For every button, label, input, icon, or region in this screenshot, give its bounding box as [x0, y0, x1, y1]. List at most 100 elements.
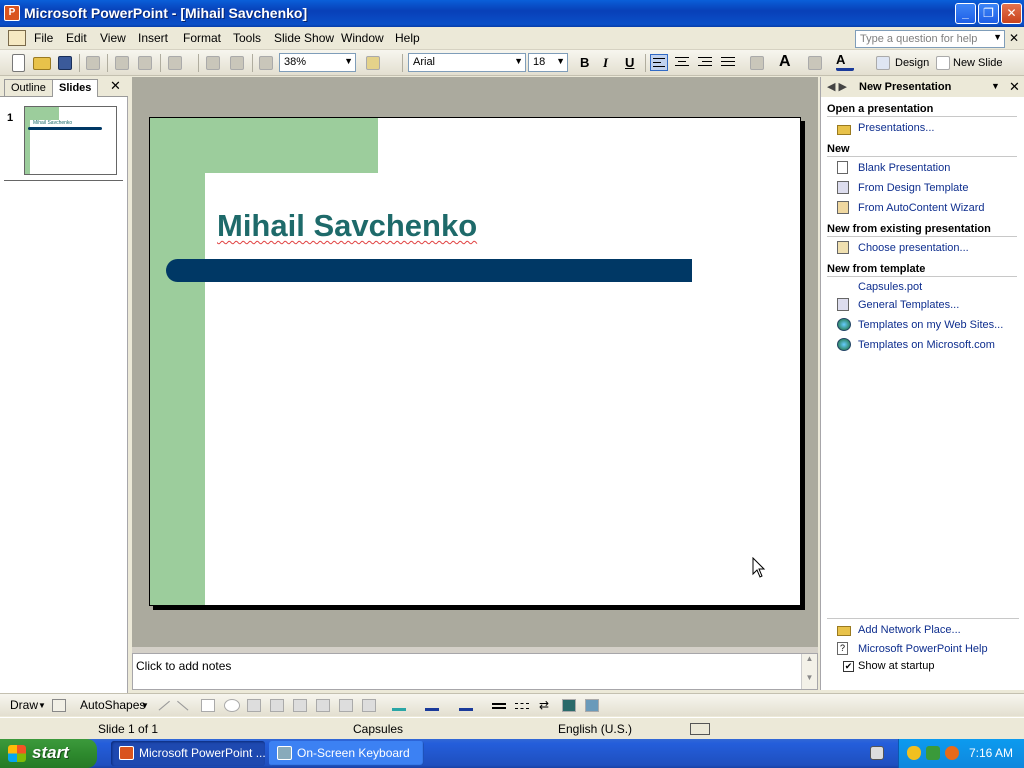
link-from-autocontent-wizard[interactable]: From AutoContent Wizard — [858, 202, 985, 214]
slide-thumbnail[interactable]: Mihail Savchenko — [24, 106, 117, 175]
menu-help[interactable]: Help — [395, 31, 420, 45]
minimize-button[interactable]: _ — [955, 3, 976, 24]
menu-edit[interactable]: Edit — [66, 31, 87, 45]
document-icon[interactable] — [8, 30, 26, 46]
draw-menu-button[interactable]: Draw — [10, 698, 38, 712]
slide-canvas[interactable]: Mihail Savchenko — [149, 117, 801, 606]
copy-icon[interactable] — [115, 56, 129, 70]
shadow-icon[interactable] — [562, 699, 576, 712]
chevron-down-icon[interactable]: ▼ — [38, 701, 46, 710]
menu-tools[interactable]: Tools — [233, 31, 261, 45]
font-color-icon[interactable]: A — [836, 52, 854, 71]
grid-icon[interactable] — [259, 56, 273, 70]
document-close-button[interactable]: ✕ — [1009, 31, 1019, 45]
italic-button[interactable]: I — [603, 55, 608, 71]
close-button[interactable]: ✕ — [1001, 3, 1022, 24]
security-shield-icon[interactable] — [907, 746, 921, 760]
show-at-startup-checkbox[interactable]: ✔ — [843, 661, 854, 672]
back-forward-icon[interactable]: ◀ ▶ — [827, 80, 847, 93]
tab-outline[interactable]: Outline — [4, 79, 53, 97]
arrow-style-icon[interactable]: ⇄ — [539, 699, 553, 712]
chart-icon[interactable] — [206, 56, 220, 70]
chevron-down-icon[interactable]: ▼ — [993, 32, 1002, 42]
select-pointer-icon[interactable] — [52, 699, 66, 712]
justify-button[interactable] — [719, 54, 737, 71]
start-button[interactable]: start — [0, 739, 97, 768]
line-icon[interactable] — [154, 695, 170, 711]
spelling-status-icon[interactable] — [690, 723, 710, 735]
link-templates-web-sites[interactable]: Templates on my Web Sites... — [858, 319, 1003, 331]
link-add-network-place[interactable]: Add Network Place... — [858, 624, 961, 636]
menu-format[interactable]: Format — [183, 31, 221, 45]
design-button[interactable]: Design — [895, 57, 929, 69]
arrow-icon[interactable] — [177, 695, 193, 711]
menu-file[interactable]: File — [34, 31, 53, 45]
rectangle-icon[interactable] — [201, 699, 215, 712]
fill-color-icon[interactable] — [392, 698, 406, 711]
paste-icon[interactable] — [138, 56, 152, 70]
menu-slide-show[interactable]: Slide Show — [274, 31, 334, 45]
underline-button[interactable]: U — [625, 55, 634, 70]
link-general-templates[interactable]: General Templates... — [858, 299, 959, 311]
open-folder-icon[interactable] — [33, 57, 51, 70]
powerpoint-app-icon[interactable]: P — [4, 5, 20, 21]
table-icon[interactable] — [230, 56, 244, 70]
chevron-down-icon[interactable]: ▼ — [991, 81, 1000, 91]
ask-question-input[interactable]: Type a question for help ▼ — [855, 30, 1005, 48]
help-assistant-icon[interactable] — [366, 56, 380, 70]
undo-icon[interactable] — [168, 56, 182, 70]
task-pane-close-button[interactable]: ✕ — [1009, 79, 1020, 95]
textbox-icon[interactable] — [247, 699, 261, 712]
taskbar-keyboard-button[interactable]: On-Screen Keyboard — [269, 741, 424, 766]
keyboard-tray-icon[interactable] — [870, 746, 884, 760]
link-powerpoint-help[interactable]: Microsoft PowerPoint Help — [858, 643, 988, 655]
title-bar[interactable]: P Microsoft PowerPoint - [Mihail Savchen… — [0, 0, 1024, 27]
line-style-icon[interactable] — [492, 703, 506, 709]
network-icon[interactable] — [926, 746, 940, 760]
font-select[interactable]: Arial ▼ — [408, 53, 526, 72]
new-slide-button[interactable]: New Slide — [953, 57, 1003, 69]
bold-button[interactable]: B — [580, 55, 589, 70]
autoshapes-menu-button[interactable]: AutoShapes — [80, 698, 145, 712]
3d-icon[interactable] — [585, 699, 599, 712]
menu-insert[interactable]: Insert — [138, 31, 168, 45]
dash-style-icon[interactable] — [515, 703, 529, 709]
bullets-icon[interactable] — [750, 56, 764, 70]
new-document-icon[interactable] — [12, 54, 25, 72]
system-clock[interactable]: 7:16 AM — [969, 746, 1013, 760]
decrease-indent-icon[interactable] — [808, 56, 822, 70]
diagram-icon[interactable] — [293, 699, 307, 712]
chevron-down-icon[interactable]: ▼ — [556, 56, 565, 66]
link-choose-presentation[interactable]: Choose presentation... — [858, 242, 969, 254]
notes-pane[interactable]: Click to add notes ▲ ▼ — [132, 653, 818, 690]
menu-view[interactable]: View — [100, 31, 126, 45]
chevron-down-icon[interactable]: ▼ — [141, 701, 149, 710]
wordart-icon[interactable] — [270, 699, 284, 712]
search-tray-icon[interactable] — [945, 746, 959, 760]
notes-scrollbar[interactable]: ▲ ▼ — [801, 654, 817, 689]
print-icon[interactable] — [86, 56, 100, 70]
picture-icon[interactable] — [339, 699, 353, 712]
menu-window[interactable]: Window — [341, 31, 384, 45]
link-templates-microsoft[interactable]: Templates on Microsoft.com — [858, 339, 995, 351]
align-right-button[interactable] — [696, 54, 714, 71]
save-icon[interactable] — [58, 56, 72, 70]
font-color-icon[interactable] — [459, 698, 473, 711]
increase-font-icon[interactable]: A — [779, 53, 797, 71]
pane-close-button[interactable]: ✕ — [110, 78, 121, 94]
zoom-select[interactable]: 38% ▼ — [279, 53, 356, 72]
insert-image-icon[interactable] — [362, 699, 376, 712]
link-presentations[interactable]: Presentations... — [858, 122, 934, 134]
link-capsules-pot[interactable]: Capsules.pot — [858, 281, 922, 293]
clipart-icon[interactable] — [316, 699, 330, 712]
oval-icon[interactable] — [224, 699, 240, 712]
slide-title[interactable]: Mihail Savchenko — [217, 208, 477, 244]
tab-slides[interactable]: Slides — [52, 79, 99, 97]
font-size-select[interactable]: 18 ▼ — [528, 53, 568, 72]
restore-button[interactable]: ❐ — [978, 3, 999, 24]
design-icon[interactable] — [876, 56, 890, 70]
align-left-button[interactable] — [650, 54, 668, 71]
line-color-icon[interactable] — [425, 698, 439, 711]
link-blank-presentation[interactable]: Blank Presentation — [858, 162, 950, 174]
align-center-button[interactable] — [673, 54, 691, 71]
